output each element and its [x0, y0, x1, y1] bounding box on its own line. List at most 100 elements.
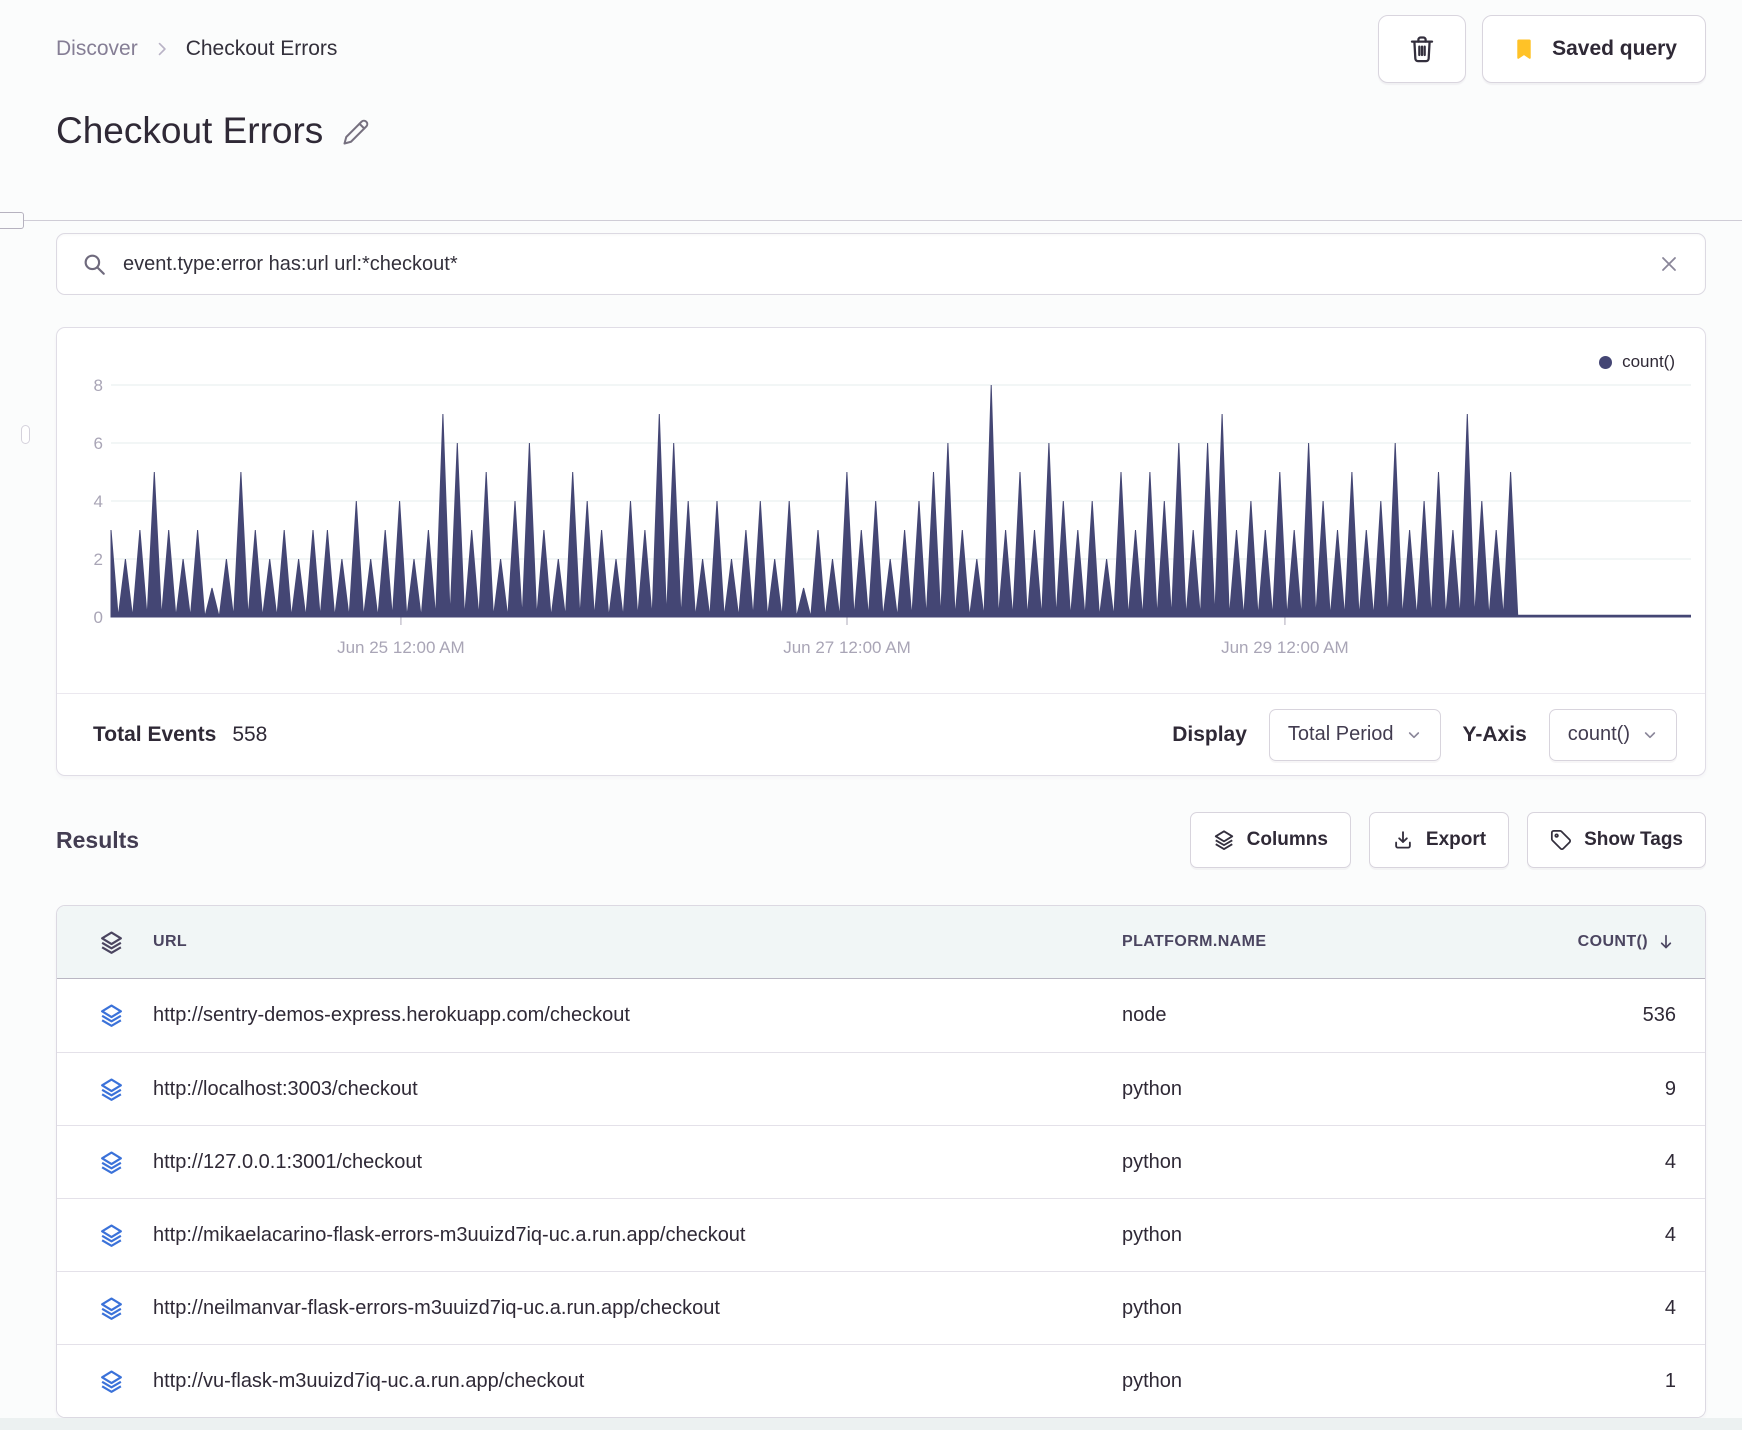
y-axis-dropdown[interactable]: count() — [1548, 708, 1677, 761]
svg-text:4: 4 — [94, 492, 103, 511]
svg-text:6: 6 — [94, 434, 103, 453]
results-table: URL PLATFORM.NAME COUNT() http://sentry-… — [56, 905, 1706, 1418]
svg-text:Jun 25 12:00 AM: Jun 25 12:00 AM — [337, 638, 465, 657]
count-cell[interactable]: 1 — [1665, 1370, 1676, 1393]
count-cell[interactable]: 4 — [1665, 1297, 1676, 1320]
results-header-row: Results Columns Export Show Tags — [56, 812, 1706, 868]
clear-search-button[interactable] — [1657, 252, 1681, 276]
display-dropdown[interactable]: Total Period — [1268, 708, 1441, 761]
edit-query-name-button[interactable] — [341, 116, 371, 146]
columns-button-label: Columns — [1246, 829, 1328, 850]
legend-label: count() — [1622, 352, 1675, 371]
table-row: http://mikaelacarino-flask-errors-m3uuiz… — [57, 1198, 1705, 1271]
table-row: http://127.0.0.1:3001/checkout python 4 — [57, 1125, 1705, 1198]
events-chart-svg: 0 2 4 6 8 Jun 25 12:00 AM Jun 27 12:00 AM Jun 2… — [94, 376, 1691, 657]
row-stack-icon[interactable] — [99, 1369, 124, 1394]
download-icon — [1392, 829, 1414, 851]
platform-cell[interactable]: python — [1122, 1370, 1182, 1392]
row-stack-icon[interactable] — [99, 1150, 124, 1175]
columns-button[interactable]: Columns — [1189, 812, 1351, 868]
sort-desc-arrow-icon — [1656, 932, 1676, 952]
export-button[interactable]: Export — [1368, 812, 1510, 868]
total-events-label: Total Events — [93, 722, 217, 746]
page-title: Checkout Errors — [56, 110, 324, 151]
breadcrumb-link-discover[interactable]: Discover — [56, 37, 138, 61]
url-cell[interactable]: http://mikaelacarino-flask-errors-m3uuiz… — [153, 1224, 746, 1246]
total-events: Total Events 558 — [93, 723, 267, 747]
row-stack-icon[interactable] — [99, 1077, 124, 1102]
y-axis-label: Y-Axis — [1462, 722, 1527, 746]
top-bar: Discover Checkout Errors Saved query — [56, 15, 1706, 83]
results-heading: Results — [56, 826, 140, 853]
url-cell[interactable]: http://sentry-demos-express.herokuapp.co… — [153, 1004, 630, 1026]
column-header-count[interactable]: COUNT() — [1502, 932, 1676, 952]
saved-query-button[interactable]: Saved query — [1482, 15, 1706, 83]
breadcrumb: Discover Checkout Errors — [56, 37, 337, 61]
sidebar-collapse-handle[interactable] — [0, 212, 24, 229]
svg-text:0: 0 — [94, 608, 103, 627]
row-stack-icon[interactable] — [99, 1296, 124, 1321]
url-cell[interactable]: http://127.0.0.1:3001/checkout — [153, 1151, 422, 1173]
results-buttons: Columns Export Show Tags — [1189, 812, 1706, 868]
stack-icon — [1213, 829, 1235, 851]
svg-text:Jun 27 12:00 AM: Jun 27 12:00 AM — [783, 638, 911, 657]
search-input[interactable] — [123, 252, 1657, 276]
url-cell[interactable]: http://neilmanvar-flask-errors-m3uuizd7i… — [153, 1297, 720, 1319]
chart-footer: Total Events 558 Display Total Period Y-… — [57, 693, 1705, 775]
platform-cell[interactable]: python — [1122, 1297, 1182, 1319]
breadcrumb-current: Checkout Errors — [185, 37, 338, 60]
table-header-row: URL PLATFORM.NAME COUNT() — [57, 906, 1705, 979]
url-cell[interactable]: http://localhost:3003/checkout — [153, 1078, 418, 1100]
pencil-icon — [341, 116, 371, 146]
close-icon — [1657, 252, 1681, 276]
page-bottom-strip — [0, 1418, 1742, 1430]
chart-controls: Display Total Period Y-Axis count() — [1172, 708, 1677, 761]
count-cell[interactable]: 4 — [1665, 1151, 1676, 1174]
chevron-down-icon — [1406, 727, 1422, 743]
table-row: http://neilmanvar-flask-errors-m3uuizd7i… — [57, 1271, 1705, 1344]
bookmark-icon — [1511, 36, 1537, 62]
count-cell[interactable]: 4 — [1665, 1224, 1676, 1247]
table-row: http://localhost:3003/checkout python 9 — [57, 1052, 1705, 1125]
table-body: http://sentry-demos-express.herokuapp.co… — [57, 979, 1705, 1417]
platform-cell[interactable]: python — [1122, 1151, 1182, 1173]
count-cell[interactable]: 9 — [1665, 1078, 1676, 1101]
row-stack-icon[interactable] — [99, 1003, 124, 1028]
chevron-right-icon — [152, 39, 172, 59]
header-actions: Saved query — [1378, 15, 1706, 83]
discover-saved-query-page: { "breadcrumb": { "items": ["Discover", … — [0, 0, 1742, 1430]
platform-cell[interactable]: node — [1122, 1004, 1167, 1026]
saved-query-label: Saved query — [1552, 37, 1677, 60]
export-button-label: Export — [1425, 829, 1487, 850]
display-label: Display — [1172, 722, 1247, 746]
events-chart-panel: 0 2 4 6 8 Jun 25 12:00 AM Jun 27 12:00 AM Jun 2… — [56, 327, 1706, 776]
title-row: Checkout Errors — [56, 110, 371, 152]
display-dropdown-value: Total Period — [1287, 723, 1394, 745]
panel-drag-handle[interactable] — [21, 425, 30, 444]
svg-text:Jun 29 12:00 AM: Jun 29 12:00 AM — [1221, 638, 1349, 657]
y-axis-dropdown-value: count() — [1567, 723, 1630, 745]
svg-text:2: 2 — [94, 550, 103, 569]
svg-text:8: 8 — [94, 376, 103, 395]
column-header-platform[interactable]: PLATFORM.NAME — [1122, 933, 1266, 950]
platform-cell[interactable]: python — [1122, 1224, 1182, 1246]
total-events-value: 558 — [232, 722, 268, 746]
table-row: http://sentry-demos-express.herokuapp.co… — [57, 979, 1705, 1052]
tag-icon — [1550, 829, 1572, 851]
legend-dot-icon — [1599, 355, 1613, 369]
platform-cell[interactable]: python — [1122, 1078, 1182, 1100]
delete-query-button[interactable] — [1378, 15, 1467, 83]
url-cell[interactable]: http://vu-flask-m3uuizd7iq-uc.a.run.app/… — [153, 1370, 584, 1392]
column-header-url[interactable]: URL — [153, 933, 187, 950]
stack-icon[interactable] — [99, 930, 124, 955]
show-tags-button-label: Show Tags — [1584, 829, 1683, 850]
chevron-down-icon — [1642, 727, 1658, 743]
search-bar — [56, 233, 1706, 295]
row-stack-icon[interactable] — [99, 1223, 124, 1248]
chart-legend[interactable]: count() — [1599, 352, 1675, 372]
show-tags-button[interactable]: Show Tags — [1527, 812, 1706, 868]
trash-icon — [1406, 33, 1438, 65]
count-cell[interactable]: 536 — [1643, 1004, 1676, 1027]
page-divider — [0, 220, 1742, 221]
table-row: http://vu-flask-m3uuizd7iq-uc.a.run.app/… — [57, 1344, 1705, 1417]
